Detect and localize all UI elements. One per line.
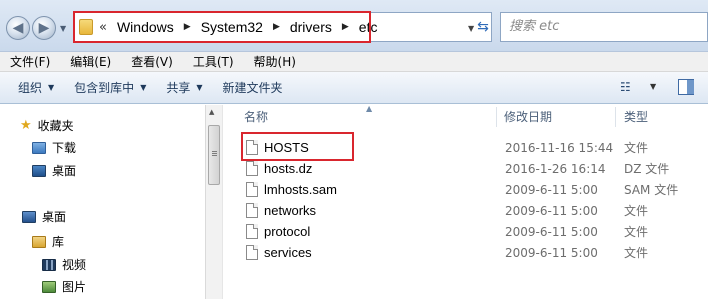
navigation-scrollbar[interactable]: ▲ xyxy=(205,105,222,299)
grip-icon xyxy=(212,151,217,152)
back-arrow-icon: ◀ xyxy=(12,20,24,36)
new-folder-button[interactable]: 新建文件夹 xyxy=(213,79,293,96)
share-button[interactable]: 共享 ▼ xyxy=(156,79,212,96)
desktop-icon xyxy=(32,164,46,177)
share-label: 共享 xyxy=(166,81,191,95)
column-header-type[interactable]: 类型 xyxy=(624,105,648,129)
nav-item-pictures[interactable]: 图片 xyxy=(42,278,86,295)
include-in-library-label: 包含到库中 xyxy=(74,81,135,95)
organize-label: 组织 xyxy=(18,81,43,95)
file-icon xyxy=(246,182,258,197)
file-type: DZ 文件 xyxy=(624,162,670,176)
chevron-down-icon: ▼ xyxy=(196,83,203,92)
file-modified: 2016-11-16 15:44 xyxy=(505,140,614,155)
file-type: 文件 xyxy=(624,246,649,260)
file-name: networks xyxy=(264,203,317,218)
file-name: lmhosts.sam xyxy=(264,182,337,197)
file-modified: 2009-6-11 5:00 xyxy=(505,182,598,197)
file-icon xyxy=(246,224,258,239)
nav-label: 下载 xyxy=(52,141,77,155)
nav-label: 收藏夹 xyxy=(37,119,74,133)
preview-pane-icon[interactable] xyxy=(678,79,694,95)
view-options-icon[interactable]: ☷ xyxy=(620,80,631,94)
file-type: 文件 xyxy=(624,141,649,155)
nav-item-desktop[interactable]: 桌面 xyxy=(22,208,66,225)
nav-label: 视频 xyxy=(62,258,87,272)
new-folder-label: 新建文件夹 xyxy=(222,81,283,95)
file-type: 文件 xyxy=(624,204,649,218)
menu-tools[interactable]: 工具(T) xyxy=(183,53,244,70)
nav-label: 库 xyxy=(52,235,65,249)
nav-label: 桌面 xyxy=(42,210,67,224)
recent-pages-dropdown-icon[interactable]: ▼ xyxy=(60,24,66,33)
file-type: SAM 文件 xyxy=(624,183,679,197)
search-input[interactable]: 搜索 etc xyxy=(500,12,708,42)
address-annotation-box xyxy=(73,11,371,43)
scrollbar-thumb[interactable] xyxy=(208,125,220,185)
nav-label: 图片 xyxy=(62,280,87,294)
file-row[interactable]: services 2009-6-11 5:00 文件 xyxy=(228,242,708,263)
nav-item-desktop-favorite[interactable]: 桌面 xyxy=(32,162,76,179)
file-modified: 2009-6-11 5:00 xyxy=(505,245,598,260)
nav-item-videos[interactable]: 视频 xyxy=(42,256,86,273)
file-row[interactable]: hosts.dz 2016-1-26 16:14 DZ 文件 xyxy=(228,158,708,179)
library-icon xyxy=(32,235,46,248)
file-modified: 2009-6-11 5:00 xyxy=(505,203,598,218)
forward-button[interactable]: ▶ xyxy=(32,16,56,40)
file-modified: 2016-1-26 16:14 xyxy=(505,161,606,176)
menu-bar: 文件(F) 编辑(E) 查看(V) 工具(T) 帮助(H) xyxy=(0,52,708,72)
organize-button[interactable]: 组织 ▼ xyxy=(0,79,64,96)
desktop-icon xyxy=(22,210,36,223)
file-icon xyxy=(246,245,258,260)
file-icon xyxy=(246,161,258,176)
file-type: 文件 xyxy=(624,225,649,239)
chevron-down-icon: ▼ xyxy=(48,83,55,92)
back-button[interactable]: ◀ xyxy=(6,16,30,40)
include-in-library-button[interactable]: 包含到库中 ▼ xyxy=(64,79,156,96)
menu-edit[interactable]: 编辑(E) xyxy=(60,53,121,70)
navigation-pane: ★ 收藏夹 下载 桌面 桌面 库 视频 图片 ▲ xyxy=(0,105,222,299)
refresh-icon[interactable]: ⇆ xyxy=(474,16,492,38)
chevron-down-icon: ▼ xyxy=(140,83,147,92)
downloads-folder-icon xyxy=(32,141,46,154)
file-row[interactable]: protocol 2009-6-11 5:00 文件 xyxy=(228,221,708,242)
column-header-modified[interactable]: 修改日期 xyxy=(504,105,552,129)
nav-label: 桌面 xyxy=(52,164,77,178)
forward-arrow-icon: ▶ xyxy=(38,20,50,36)
file-name: services xyxy=(264,245,312,260)
address-bar-region: ◀ ▶ ▼ « Windows ▶ System32 ▶ drivers ▶ e… xyxy=(0,0,708,52)
nav-item-favorites[interactable]: ★ 收藏夹 xyxy=(20,117,74,134)
scroll-up-icon[interactable]: ▲ xyxy=(209,108,214,116)
menu-view[interactable]: 查看(V) xyxy=(121,53,183,70)
nav-item-library[interactable]: 库 xyxy=(32,233,64,250)
file-modified: 2009-6-11 5:00 xyxy=(505,224,598,239)
file-name: protocol xyxy=(264,224,311,239)
file-row[interactable]: networks 2009-6-11 5:00 文件 xyxy=(228,200,708,221)
star-icon: ★ xyxy=(20,118,32,133)
file-icon xyxy=(246,203,258,218)
hosts-annotation-box xyxy=(241,132,354,161)
column-header-name[interactable]: 名称 xyxy=(244,105,268,129)
chevron-down-icon[interactable]: ▼ xyxy=(650,82,656,91)
file-list: ▲ 名称 修改日期 类型 HOSTS 2016-11-16 15:44 文件 h… xyxy=(228,104,708,299)
sort-ascending-icon: ▲ xyxy=(366,104,373,113)
column-divider[interactable] xyxy=(615,107,616,127)
file-name: hosts.dz xyxy=(264,161,313,176)
menu-help[interactable]: 帮助(H) xyxy=(244,53,306,70)
file-row[interactable]: lmhosts.sam 2009-6-11 5:00 SAM 文件 xyxy=(228,179,708,200)
picture-icon xyxy=(42,280,56,293)
video-icon xyxy=(42,258,56,271)
nav-item-downloads[interactable]: 下载 xyxy=(32,139,76,156)
command-toolbar: 组织 ▼ 包含到库中 ▼ 共享 ▼ 新建文件夹 ☷ ▼ xyxy=(0,72,708,104)
column-divider[interactable] xyxy=(496,107,497,127)
menu-file[interactable]: 文件(F) xyxy=(0,53,60,70)
